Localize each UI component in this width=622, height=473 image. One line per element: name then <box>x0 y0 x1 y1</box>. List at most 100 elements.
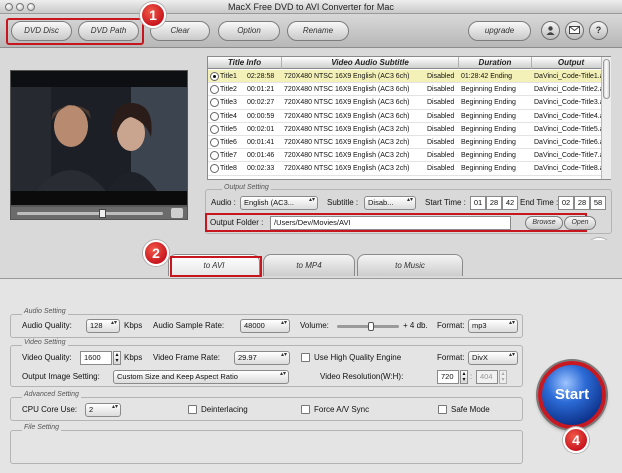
minimize-window-button[interactable] <box>16 3 24 11</box>
cell-output[interactable]: DaVinci_Code-Title2.a <box>534 83 610 96</box>
dvd-path-button[interactable]: DVD Path <box>78 21 139 41</box>
output-folder-field[interactable]: /Users/Dev/Movies/AVI <box>270 216 511 230</box>
cell-output[interactable]: DaVinci_Code-Title8.a <box>534 162 610 175</box>
audio-quality-select[interactable]: 128 <box>86 319 120 333</box>
volume-slider-thumb[interactable] <box>367 322 374 331</box>
table-scrollbar[interactable] <box>601 57 611 179</box>
volume-value: + 4 db. <box>403 321 428 330</box>
movie-frame-image <box>11 71 187 205</box>
row-select-radio[interactable] <box>210 151 219 161</box>
cell-title: Title7 <box>220 152 237 160</box>
video-preview <box>10 70 188 206</box>
cell-time: 02:28:58 <box>247 73 275 80</box>
step-badge-4: 4 <box>563 427 589 453</box>
force-av-sync-checkbox[interactable] <box>301 405 310 414</box>
end-time-hours[interactable]: 02 <box>558 196 574 210</box>
resolution-height-field[interactable]: 404 <box>476 370 498 384</box>
row-select-radio[interactable] <box>210 111 219 121</box>
cell-output[interactable]: DaVinci_Code-Title3.a <box>534 96 610 109</box>
upgrade-button[interactable]: upgrade <box>468 21 531 41</box>
snapshot-camera-icon[interactable] <box>171 208 183 218</box>
end-time-minutes[interactable]: 28 <box>574 196 590 210</box>
cpu-core-label: CPU Core Use: <box>22 405 78 414</box>
rename-button[interactable]: Rename <box>287 21 349 41</box>
high-quality-engine-checkbox[interactable] <box>301 353 310 362</box>
deinterlacing-checkbox[interactable] <box>188 405 197 414</box>
mail-icon <box>569 26 580 34</box>
resolution-width-stepper[interactable]: ▴ ▾ <box>460 370 468 384</box>
output-image-setting-select[interactable]: Custom Size and Keep Aspect Ratio <box>113 370 289 384</box>
row-select-radio[interactable] <box>210 124 219 134</box>
option-button[interactable]: Option <box>218 21 280 41</box>
start-time-seconds[interactable]: 42 <box>502 196 518 210</box>
start-button[interactable]: Start <box>538 361 606 429</box>
high-quality-engine-label: Use High Quality Engine <box>314 353 402 362</box>
cpu-core-select[interactable]: 2 <box>85 403 121 417</box>
row-select-radio[interactable] <box>210 164 219 174</box>
video-frame-rate-label: Video Frame Rate: <box>153 353 220 362</box>
row-select-radio[interactable] <box>210 72 219 81</box>
cell-time: 00:00:59 <box>247 112 275 120</box>
safe-mode-checkbox[interactable] <box>438 405 447 414</box>
table-row[interactable]: Title7 00:01:46 720X480 NTSC 16X9 English (… <box>208 149 610 163</box>
row-select-radio[interactable] <box>210 98 219 108</box>
cell-time: 00:01:41 <box>247 139 275 146</box>
table-row[interactable]: Title6 00:01:41 720X480 NTSC 16X9 English (… <box>208 136 610 150</box>
close-window-button[interactable] <box>5 3 13 11</box>
cell-output[interactable]: DaVinci_Code-Title6.a <box>534 136 610 149</box>
start-time-hours[interactable]: 01 <box>470 196 486 210</box>
help-button[interactable]: ? <box>589 21 608 40</box>
video-quality-field[interactable]: 1600 <box>80 351 112 365</box>
cell-duration: Beginning Ending <box>461 139 516 146</box>
zoom-window-button[interactable] <box>27 3 35 11</box>
dvd-disc-button[interactable]: DVD Disc <box>11 21 72 41</box>
audio-sample-rate-select[interactable]: 48000 <box>240 319 290 333</box>
tab-to-music[interactable]: to Music <box>357 254 463 276</box>
video-format-select[interactable]: DivX <box>468 351 518 365</box>
open-button[interactable]: Open <box>564 216 596 230</box>
seek-thumb[interactable] <box>99 209 106 218</box>
resolution-width-field[interactable]: 720 <box>437 370 459 384</box>
row-select-radio[interactable] <box>210 85 219 95</box>
cell-title: Title8 <box>220 165 237 173</box>
account-button[interactable] <box>541 21 560 40</box>
cell-output[interactable]: DaVinci_Code-Title1.a <box>534 70 610 83</box>
table-row[interactable]: Title1 02:28:58 720X480 NTSC 16X9 English (… <box>208 70 610 84</box>
audio-track-select[interactable]: English (AC3... <box>240 196 318 210</box>
subtitle-select[interactable]: Disab... <box>364 196 416 210</box>
cell-output[interactable]: DaVinci_Code-Title4.a <box>534 110 610 123</box>
window-titlebar: MacX Free DVD to AVI Converter for Mac <box>0 0 622 14</box>
cell-audio: English (AC3 6ch) <box>353 73 410 80</box>
audio-format-select[interactable]: mp3 <box>468 319 518 333</box>
cell-time: 00:01:21 <box>247 86 275 94</box>
cell-audio: English (AC3 6ch) <box>353 99 410 107</box>
cell-video: 720X480 NTSC 16X9 <box>284 112 352 120</box>
audio-setting-legend: Audio Setting <box>22 308 68 315</box>
email-button[interactable] <box>565 21 584 40</box>
scroll-thumb[interactable] <box>603 59 610 99</box>
subtitle-label: Subtitle : <box>327 198 359 207</box>
video-quality-stepper[interactable]: ▴ ▾ <box>113 351 121 365</box>
resolution-height-stepper[interactable]: ▴ ▾ <box>499 370 507 384</box>
table-row[interactable]: Title5 00:02:01 720X480 NTSC 16X9 English (… <box>208 123 610 136</box>
cell-duration: Beginning Ending <box>461 112 516 120</box>
start-time-minutes[interactable]: 28 <box>486 196 502 210</box>
cell-output[interactable]: DaVinci_Code-Title7.a <box>534 149 610 162</box>
cell-output[interactable]: DaVinci_Code-Title5.a <box>534 123 610 136</box>
table-row[interactable]: Title8 00:02:33 720X480 NTSC 16X9 English (… <box>208 162 610 176</box>
end-time-seconds[interactable]: 58 <box>590 196 606 210</box>
table-row[interactable]: Title3 00:02:27 720X480 NTSC 16X9 English (… <box>208 96 610 110</box>
file-setting-legend: File Setting <box>22 424 62 431</box>
cell-subtitle: Disabled <box>427 99 455 107</box>
table-row[interactable]: Title4 00:00:59 720X480 NTSC 16X9 English (… <box>208 110 610 123</box>
video-frame-rate-select[interactable]: 29.97 <box>234 351 290 365</box>
playback-seek-bar[interactable] <box>10 206 188 220</box>
output-folder-label: Output Folder : <box>210 218 264 227</box>
browse-button[interactable]: Browse <box>525 216 563 230</box>
volume-slider[interactable] <box>337 322 399 331</box>
file-setting-group <box>10 430 523 464</box>
tab-to-mp4[interactable]: to MP4 <box>263 254 355 276</box>
table-row[interactable]: Title2 00:01:21 720X480 NTSC 16X9 English (… <box>208 83 610 97</box>
cell-audio: English (AC3 6ch) <box>353 112 410 120</box>
row-select-radio[interactable] <box>210 138 219 147</box>
